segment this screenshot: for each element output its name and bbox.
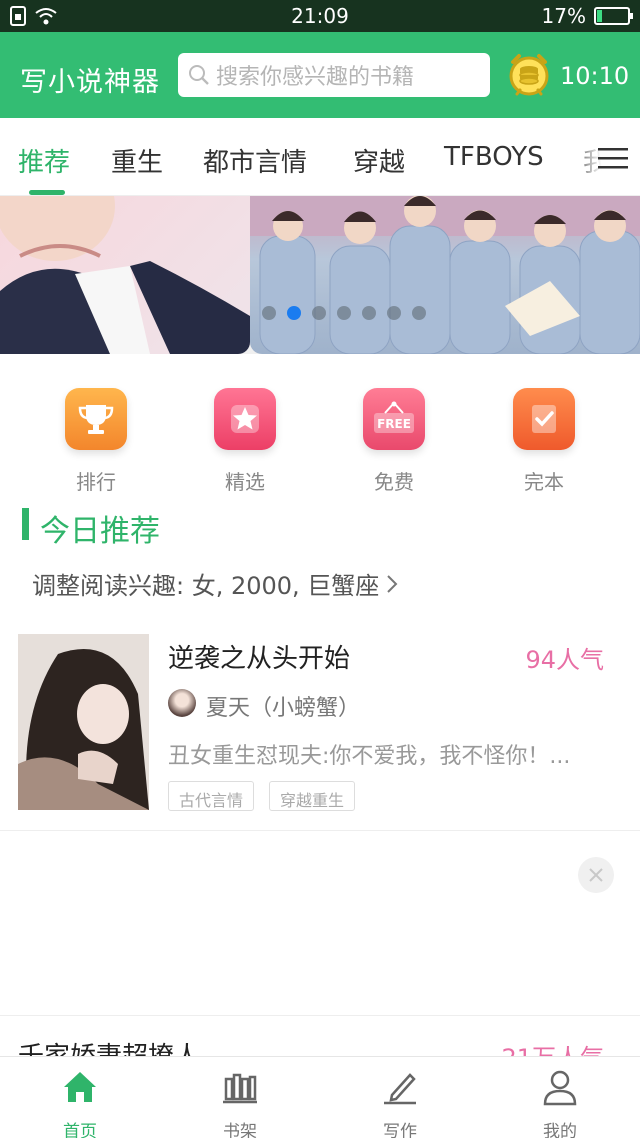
carousel-dots xyxy=(262,306,426,320)
tab-urban-romance[interactable]: 都市言情 xyxy=(203,142,307,179)
nav-label: 书架 xyxy=(223,1122,257,1138)
user-icon xyxy=(543,1070,577,1106)
tab-tfboys[interactable]: TFBOYS xyxy=(444,142,544,172)
search-placeholder: 搜索你感兴趣的书籍 xyxy=(216,65,415,90)
author-avatar xyxy=(168,689,196,717)
book-description: 丑女重生怼现夫:你不爱我，我不怪你！... xyxy=(168,744,571,769)
check-doc-icon xyxy=(513,388,575,450)
carousel-dot[interactable] xyxy=(287,306,301,320)
carousel-dot[interactable] xyxy=(362,306,376,320)
status-icons-right: 17% xyxy=(541,4,633,28)
tab-time-travel[interactable]: 穿越 xyxy=(353,142,405,179)
banner-slide-right[interactable] xyxy=(250,196,640,354)
tab-recommend[interactable]: 推荐 xyxy=(18,142,70,179)
tab-menu-icon[interactable] xyxy=(598,146,628,170)
category-ranking[interactable]: 排行 xyxy=(36,388,156,495)
carousel-dot[interactable] xyxy=(387,306,401,320)
active-tab-indicator xyxy=(29,190,65,195)
battery-icon xyxy=(594,7,633,25)
free-tag-icon: FREE xyxy=(363,388,425,450)
trophy-icon xyxy=(65,388,127,450)
book-popularity: 94人气 xyxy=(525,646,604,674)
book-title[interactable]: 逆袭之从头开始 xyxy=(168,638,350,675)
category-completed[interactable]: 完本 xyxy=(484,388,604,495)
chevron-right-icon xyxy=(387,574,398,593)
carousel-dot[interactable] xyxy=(312,306,326,320)
nav-label: 我的 xyxy=(543,1122,577,1138)
svg-text:FREE: FREE xyxy=(377,417,411,431)
countdown-timer: 10:10 xyxy=(560,62,630,90)
star-icon xyxy=(214,388,276,450)
banner-carousel[interactable] xyxy=(0,196,640,354)
category-free[interactable]: FREE 免费 xyxy=(334,388,454,495)
nav-bookshelf[interactable]: 书架 xyxy=(160,1067,320,1138)
nav-label: 首页 xyxy=(63,1122,97,1138)
category-featured[interactable]: 精选 xyxy=(185,388,305,495)
category-tabs: 推荐 重生 都市言情 穿越 TFBOYS 我 xyxy=(0,118,640,196)
interest-text: 调整阅读兴趣: 女, 2000, 巨蟹座 xyxy=(32,572,380,600)
divider xyxy=(0,830,640,831)
status-bar: 21:09 17% xyxy=(0,0,640,32)
book-tag: 穿越重生 xyxy=(269,781,356,811)
reading-interest-link[interactable]: 调整阅读兴趣: 女, 2000, 巨蟹座 xyxy=(32,566,399,601)
category-label: 精选 xyxy=(225,470,265,494)
search-icon xyxy=(189,65,209,85)
home-icon xyxy=(64,1072,96,1102)
nav-label: 写作 xyxy=(383,1122,417,1138)
nav-profile[interactable]: 我的 xyxy=(480,1067,640,1138)
search-input[interactable]: 搜索你感兴趣的书籍 xyxy=(178,53,490,97)
book-cover[interactable] xyxy=(18,634,149,810)
coin-alarm-icon[interactable] xyxy=(507,52,551,98)
close-ad-button[interactable] xyxy=(578,857,614,893)
pencil-icon xyxy=(384,1073,416,1105)
carousel-dot[interactable] xyxy=(412,306,426,320)
category-label: 完本 xyxy=(524,470,564,494)
divider xyxy=(0,1015,640,1016)
close-icon xyxy=(589,868,603,882)
tab-rebirth[interactable]: 重生 xyxy=(111,142,163,179)
category-label: 排行 xyxy=(76,470,116,494)
nav-home[interactable]: 首页 xyxy=(0,1067,160,1138)
bookshelf-icon xyxy=(223,1073,257,1104)
banner-slide-left[interactable] xyxy=(0,196,250,354)
bottom-nav: 首页 书架 写作 我的 xyxy=(0,1056,640,1138)
app-title: 写小说神器 xyxy=(20,67,160,98)
book-tag: 古代言情 xyxy=(168,781,255,811)
category-label: 免费 xyxy=(374,470,414,494)
battery-percent: 17% xyxy=(541,4,586,28)
nav-write[interactable]: 写作 xyxy=(320,1067,480,1138)
top-header: 写小说神器 搜索你感兴趣的书籍 10:10 xyxy=(0,32,640,118)
section-marker xyxy=(22,508,29,540)
carousel-dot[interactable] xyxy=(337,306,351,320)
carousel-dot[interactable] xyxy=(262,306,276,320)
book-author: 夏天（小螃蟹） xyxy=(206,696,361,721)
section-title: 今日推荐 xyxy=(40,514,160,549)
